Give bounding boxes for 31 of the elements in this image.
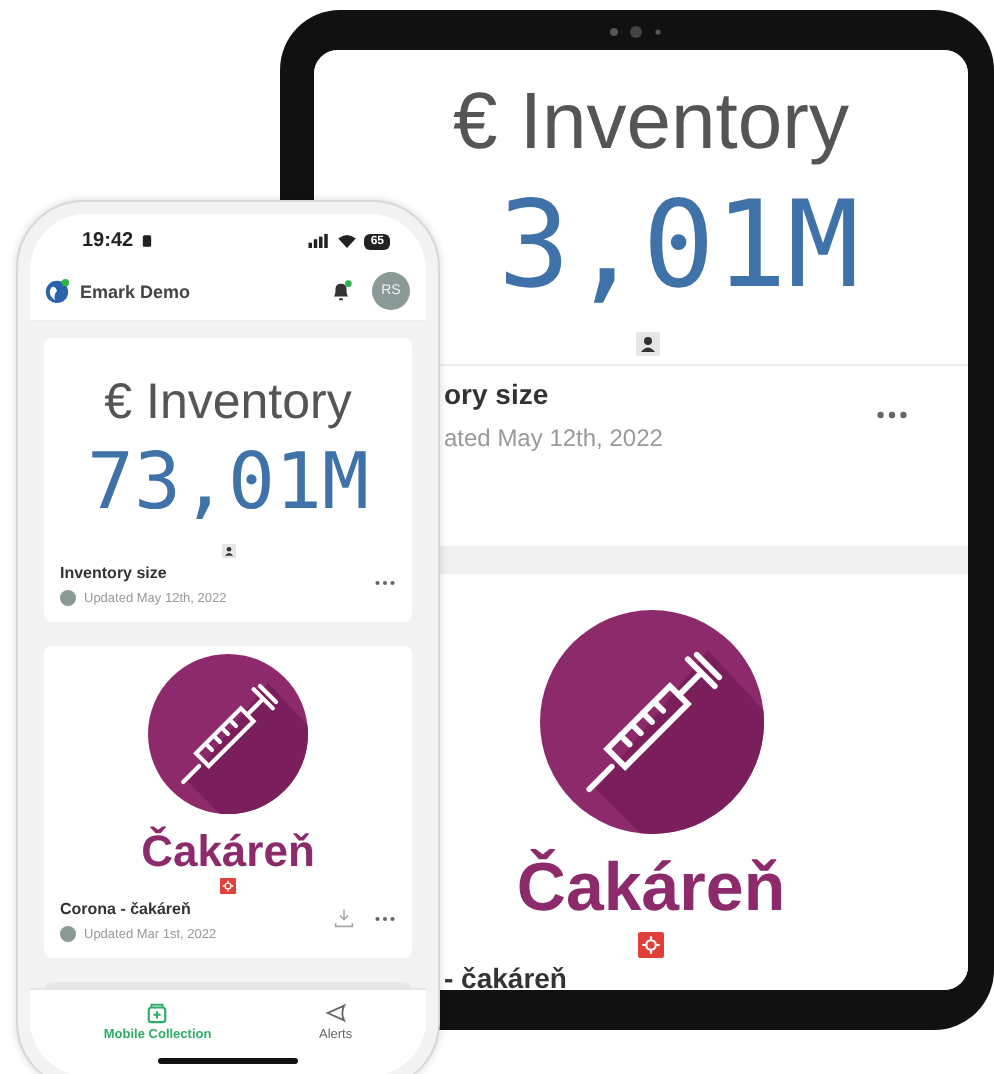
more-icon[interactable] <box>374 915 396 921</box>
person-icon <box>221 544 235 558</box>
collection-icon <box>146 1002 169 1024</box>
kpi-value: 73,01M <box>87 438 369 528</box>
lock-icon <box>141 234 152 248</box>
syringe-icon <box>539 610 763 834</box>
wifi-icon <box>338 234 357 248</box>
card-label: Corona - čakáreň <box>60 900 193 918</box>
syringe-icon <box>148 654 308 814</box>
camera-icon <box>606 26 666 38</box>
image-title: Čakáreň <box>141 826 315 878</box>
kpi-value: 3,01M <box>498 180 860 312</box>
home-indicator <box>158 1058 298 1064</box>
kpi-title: € Inventory <box>451 78 849 168</box>
updated-text: ated May 12th, 2022 <box>444 424 663 452</box>
card-label: Inventory size <box>60 564 169 582</box>
image-title: Čakáreň <box>516 850 786 929</box>
avatar-icon <box>60 590 76 606</box>
more-icon[interactable] <box>374 579 396 585</box>
app-title: Emark Demo <box>80 281 191 301</box>
bell-icon[interactable] <box>330 280 352 302</box>
kpi-title: € Inventory <box>104 374 352 432</box>
more-icon[interactable] <box>876 410 908 420</box>
signal-icon <box>308 234 331 248</box>
globe-icon[interactable] <box>44 278 70 304</box>
avatar-icon <box>60 926 76 942</box>
card-label: - čakáreň <box>444 962 569 990</box>
card-label: ory size <box>444 378 551 410</box>
send-icon <box>324 1002 347 1024</box>
clock-time: 19:42 <box>82 230 134 252</box>
person-icon <box>635 332 659 356</box>
